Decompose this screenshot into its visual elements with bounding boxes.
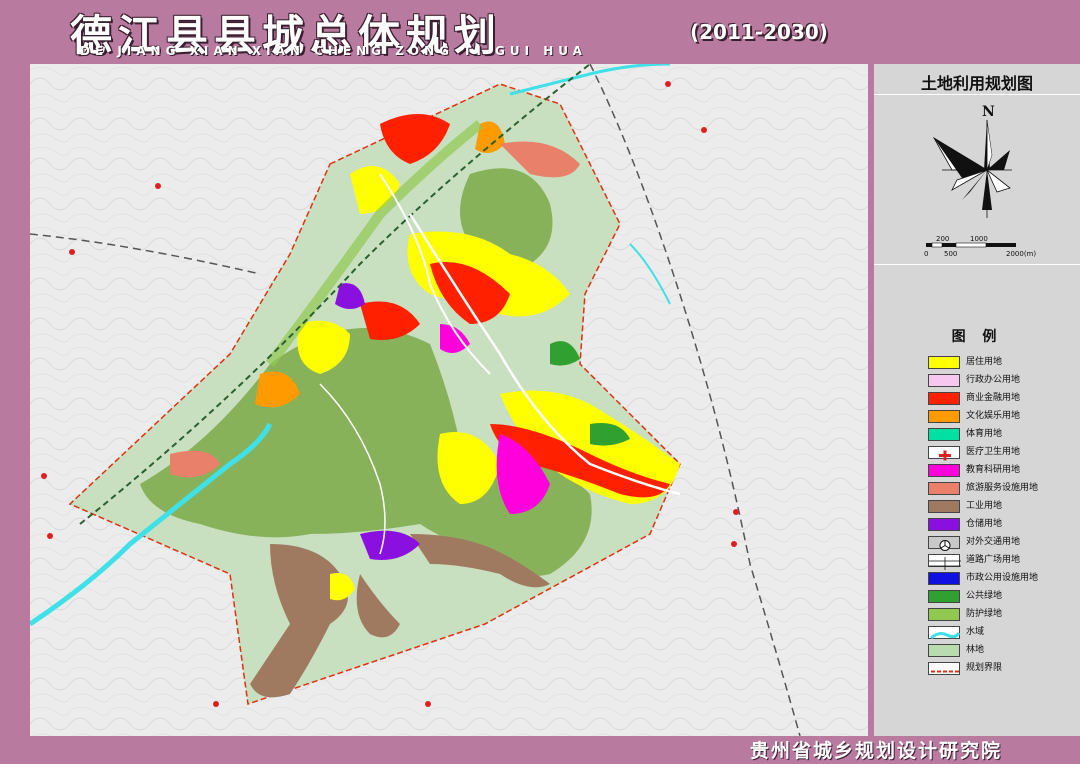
legend-item: 医疗卫生用地 bbox=[928, 446, 1078, 461]
legend-swatch-fill-icon bbox=[928, 356, 960, 369]
legend-label: 道路广场用地 bbox=[966, 555, 1021, 565]
legend-label: 居住用地 bbox=[966, 357, 1003, 367]
divider bbox=[874, 94, 1080, 95]
legend-item: 市政公用设施用地 bbox=[928, 572, 1078, 586]
village-marker bbox=[213, 701, 219, 707]
legend-swatch-fill-icon bbox=[928, 572, 960, 585]
legend-swatch-fill-icon bbox=[928, 590, 960, 603]
planning-period: (2011-2030) bbox=[690, 20, 828, 44]
scale-bar: 200 1000 0 500 2000(m) bbox=[922, 234, 1052, 260]
legend-item: 文化娱乐用地 bbox=[928, 410, 1078, 424]
scale-label: 200 bbox=[936, 235, 949, 243]
legend-label: 体育用地 bbox=[966, 429, 1003, 439]
map-canvas bbox=[30, 64, 868, 736]
legend-swatch-fill-icon bbox=[928, 428, 960, 441]
legend-swatch-red-cross-icon bbox=[928, 446, 960, 461]
legend-swatch-fill-icon bbox=[928, 392, 960, 405]
legend-swatch-fill-icon bbox=[928, 374, 960, 387]
village-marker bbox=[665, 81, 671, 87]
map-title-pinyin: DE JIANG XIAN XIAN CHENG ZONG TI GUI HUA bbox=[80, 44, 587, 58]
legend-item: 林地 bbox=[928, 644, 1078, 658]
village-marker bbox=[701, 127, 707, 133]
legend-item: 旅游服务设施用地 bbox=[928, 482, 1078, 496]
legend-label: 市政公用设施用地 bbox=[966, 573, 1039, 583]
legend-swatch-transport-symbol-icon bbox=[928, 536, 960, 551]
divider bbox=[874, 264, 1080, 265]
legend-label: 林地 bbox=[966, 645, 985, 655]
legend-swatch-fill-icon bbox=[928, 608, 960, 621]
legend-swatch-fill-icon bbox=[928, 518, 960, 531]
village-marker bbox=[155, 183, 161, 189]
scale-label: 1000 bbox=[970, 235, 988, 243]
legend-label: 防护绿地 bbox=[966, 609, 1003, 619]
legend-swatch-road-lines-icon bbox=[928, 554, 961, 570]
legend-panel: 土地利用规划图 N 200 1000 0 500 2000(m) 图 例 居住用… bbox=[874, 64, 1080, 736]
legend-item: 仓储用地 bbox=[928, 518, 1078, 532]
legend-label: 旅游服务设施用地 bbox=[966, 483, 1039, 493]
village-marker bbox=[731, 541, 737, 547]
legend-swatch-water-line-icon bbox=[928, 626, 961, 640]
legend-item: 防护绿地 bbox=[928, 608, 1078, 622]
north-arrow-icon: N bbox=[932, 100, 1012, 220]
village-marker bbox=[733, 509, 739, 515]
legend-swatch-dash-line-icon bbox=[928, 662, 960, 675]
legend-item: 道路广场用地 bbox=[928, 554, 1078, 570]
legend-swatch-fill-icon bbox=[928, 464, 960, 477]
legend-label: 文化娱乐用地 bbox=[966, 411, 1021, 421]
legend-swatch-fill-icon bbox=[928, 500, 960, 513]
legend-item: 体育用地 bbox=[928, 428, 1078, 442]
legend-item: 水域 bbox=[928, 626, 1078, 640]
legend-label: 行政办公用地 bbox=[966, 375, 1021, 385]
legend-label: 对外交通用地 bbox=[966, 537, 1021, 547]
village-marker bbox=[47, 533, 53, 539]
scale-label: 500 bbox=[944, 250, 957, 258]
legend-label: 医疗卫生用地 bbox=[966, 447, 1021, 457]
legend-item: 公共绿地 bbox=[928, 590, 1078, 604]
institute-name: 贵州省城乡规划设计研究院 bbox=[750, 740, 1003, 762]
legend-item: 对外交通用地 bbox=[928, 536, 1078, 551]
legend-item: 居住用地 bbox=[928, 356, 1078, 370]
land-use-map[interactable] bbox=[30, 64, 868, 736]
legend-label: 仓储用地 bbox=[966, 519, 1003, 529]
legend-item: 工业用地 bbox=[928, 500, 1078, 514]
legend-label: 工业用地 bbox=[966, 501, 1003, 511]
north-label: N bbox=[982, 104, 995, 120]
legend-label: 教育科研用地 bbox=[966, 465, 1021, 475]
legend-swatch-fill-icon bbox=[928, 482, 960, 495]
map-subtitle: 土地利用规划图 bbox=[920, 74, 1033, 93]
legend-item: 商业金融用地 bbox=[928, 392, 1078, 406]
village-marker bbox=[69, 249, 75, 255]
legend-swatch-fill-icon bbox=[928, 644, 960, 657]
legend-item: 行政办公用地 bbox=[928, 374, 1078, 388]
legend-item: 教育科研用地 bbox=[928, 464, 1078, 478]
village-marker bbox=[425, 701, 431, 707]
legend-title: 图 例 bbox=[951, 329, 1003, 345]
legend-label: 规划界限 bbox=[966, 663, 1003, 673]
village-marker bbox=[41, 473, 47, 479]
legend-swatch-fill-icon bbox=[928, 410, 960, 423]
legend-label: 公共绿地 bbox=[966, 591, 1003, 601]
scale-label: 2000(m) bbox=[1006, 250, 1036, 258]
legend-item: 规划界限 bbox=[928, 662, 1078, 676]
legend-label: 水域 bbox=[966, 627, 985, 637]
legend-label: 商业金融用地 bbox=[966, 393, 1021, 403]
scale-label: 0 bbox=[924, 250, 928, 258]
